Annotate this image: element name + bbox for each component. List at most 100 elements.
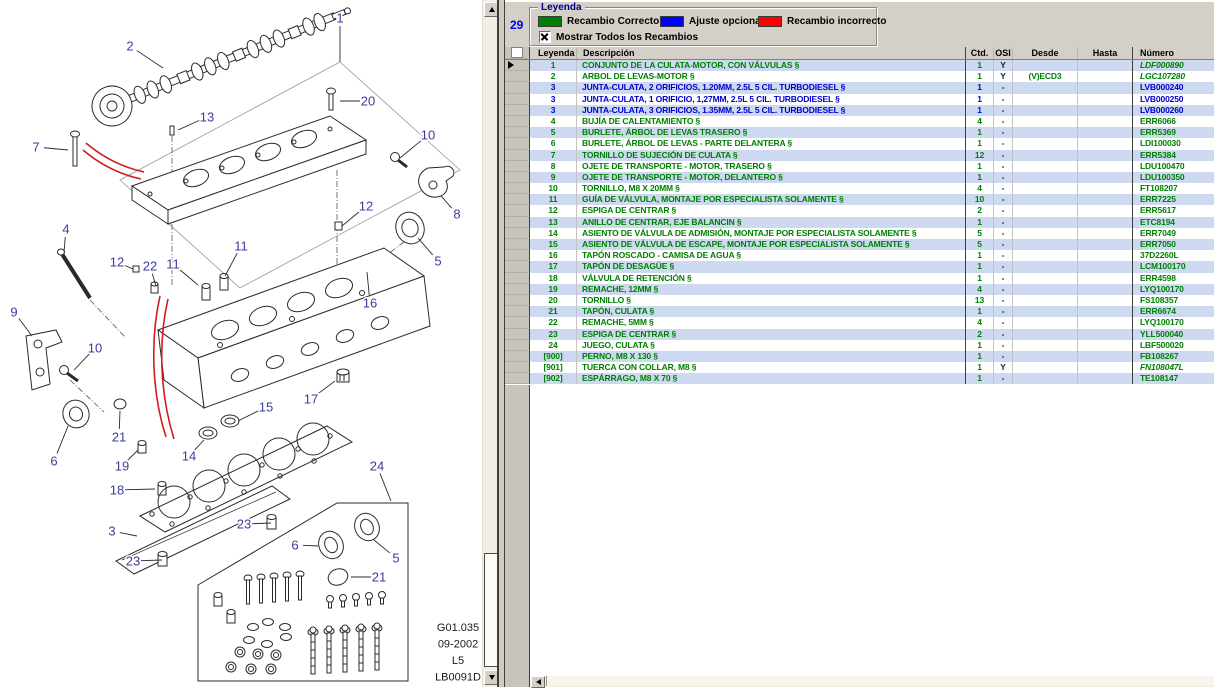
record-selector-cell[interactable] <box>505 228 530 239</box>
cell-ley: 14 <box>530 228 577 239</box>
table-row[interactable]: 3JUNTA-CULATA, 2 ORIFICIOS, 1.20MM, 2.5L… <box>505 82 1214 93</box>
record-selector-cell[interactable] <box>505 183 530 194</box>
diagram-scrollbar-thumb[interactable] <box>484 553 498 667</box>
callout-number[interactable]: 9 <box>10 305 17 320</box>
record-selector-cell[interactable] <box>505 150 530 161</box>
record-selector-cell[interactable] <box>505 71 530 82</box>
show-all-checkbox[interactable] <box>539 31 551 43</box>
record-selector-cell[interactable] <box>505 329 530 340</box>
callout-number[interactable]: 22 <box>143 259 157 274</box>
show-all-parts-checkbox-row[interactable]: Mostrar Todos los Recambios <box>539 31 698 43</box>
record-selector-cell[interactable] <box>505 105 530 116</box>
callout-number[interactable]: 6 <box>50 454 57 469</box>
callout-number[interactable]: 13 <box>200 110 214 125</box>
record-selector-cell[interactable] <box>505 116 530 127</box>
callout-number[interactable]: 23 <box>126 554 140 569</box>
callout-number[interactable]: 24 <box>370 459 384 474</box>
callout-number[interactable]: 1 <box>336 11 343 26</box>
callout-number[interactable]: 3 <box>108 524 115 539</box>
record-selector-cell[interactable] <box>505 351 530 362</box>
callout-number[interactable]: 20 <box>361 94 375 109</box>
record-selector-cell[interactable] <box>505 295 530 306</box>
record-selector-cell[interactable] <box>505 284 530 295</box>
table-row[interactable]: 17TAPÓN DE DESAGÜE §1-LCM100170 <box>505 261 1214 272</box>
table-row[interactable]: [900]PERNO, M8 X 130 §1-FB108267 <box>505 351 1214 362</box>
table-scrollbar-thumb[interactable] <box>546 676 1214 686</box>
callout-number[interactable]: 18 <box>110 483 124 498</box>
table-row[interactable]: 8OJETE DE TRANSPORTE - MOTOR, TRASERO §1… <box>505 161 1214 172</box>
record-selector-cell[interactable] <box>505 138 530 149</box>
scroll-left-button[interactable] <box>531 676 545 688</box>
table-row[interactable]: 3JUNTA-CULATA, 3 ORIFICIOS, 1.35MM, 2.5L… <box>505 105 1214 116</box>
select-all-cell[interactable] <box>505 47 530 59</box>
record-selector-cell[interactable] <box>505 161 530 172</box>
record-selector-cell[interactable] <box>505 317 530 328</box>
record-selector-cell[interactable] <box>505 261 530 272</box>
table-row[interactable]: 19REMACHE, 12MM §4-LYQ100170 <box>505 284 1214 295</box>
callout-number[interactable]: 2 <box>126 39 133 54</box>
record-selector-cell[interactable] <box>505 127 530 138</box>
table-row[interactable]: 16TAPÓN ROSCADO - CAMISA DE AGUA §1-37D2… <box>505 250 1214 261</box>
record-selector-cell[interactable] <box>505 82 530 93</box>
table-row[interactable]: 9OJETE DE TRANSPORTE - MOTOR, DELANTERO … <box>505 172 1214 183</box>
table-row[interactable]: 3JUNTA-CULATA, 1 ORIFICIO, 1,27MM, 2.5L … <box>505 94 1214 105</box>
table-row[interactable]: 14ASIENTO DE VÁLVULA DE ADMISIÓN, MONTAJ… <box>505 228 1214 239</box>
table-row[interactable]: 23ESPIGA DE CENTRAR §2-YLL500040 <box>505 329 1214 340</box>
table-row[interactable]: 22REMACHE, 5MM §4-LYQ100170 <box>505 317 1214 328</box>
record-selector-cell[interactable] <box>505 172 530 183</box>
callout-number[interactable]: 21 <box>372 570 386 585</box>
record-selector-cell[interactable] <box>505 362 530 373</box>
table-row[interactable]: 4BUJÍA DE CALENTAMIENTO §4-ERR6066 <box>505 116 1214 127</box>
record-selector-cell[interactable] <box>505 239 530 250</box>
table-row[interactable]: [902]ESPÁRRAGO, M8 X 70 §1-TE108147 <box>505 373 1214 384</box>
table-row[interactable]: 13ANILLO DE CENTRAR, EJE BALANCIN §1-ETC… <box>505 217 1214 228</box>
callout-number[interactable]: 19 <box>115 459 129 474</box>
table-row[interactable]: 11GUÍA DE VÁLVULA, MONTAJE POR ESPECIALI… <box>505 194 1214 205</box>
record-selector-cell[interactable] <box>505 194 530 205</box>
table-row[interactable]: 15ASIENTO DE VÁLVULA DE ESCAPE, MONTAJE … <box>505 239 1214 250</box>
callout-number[interactable]: 7 <box>32 140 39 155</box>
callout-number[interactable]: 11 <box>234 239 248 254</box>
callout-number[interactable]: 21 <box>112 430 126 445</box>
record-selector-cell[interactable] <box>505 217 530 228</box>
callout-number[interactable]: 10 <box>88 341 102 356</box>
panel-splitter[interactable] <box>497 0 505 687</box>
callout-number[interactable]: 12 <box>110 255 124 270</box>
table-row[interactable]: 18VÁLVULA DE RETENCIÓN §1-ERR4598 <box>505 273 1214 284</box>
record-selector-cell[interactable] <box>505 60 530 71</box>
table-row[interactable]: 20TORNILLO §13-FS108357 <box>505 295 1214 306</box>
callout-number[interactable]: 23 <box>237 517 251 532</box>
record-selector-cell[interactable] <box>505 94 530 105</box>
diagram-vertical-scrollbar[interactable] <box>482 0 498 687</box>
table-row[interactable]: 24JUEGO, CULATA §1-LBF500020 <box>505 340 1214 351</box>
table-horizontal-scrollbar[interactable] <box>530 676 1214 687</box>
table-row[interactable]: 10TORNILLO, M8 X 20MM §4-FT108207 <box>505 183 1214 194</box>
callout-number[interactable]: 12 <box>359 199 373 214</box>
record-selector-cell[interactable] <box>505 340 530 351</box>
callout-number[interactable]: 4 <box>62 222 69 237</box>
table-row[interactable]: 6BURLETE, ÁRBOL DE LEVAS - PARTE DELANTE… <box>505 138 1214 149</box>
record-selector-cell[interactable] <box>505 273 530 284</box>
callout-number[interactable]: 8 <box>453 207 460 222</box>
table-row[interactable]: 1CONJUNTO DE LA CULATA-MOTOR, CON VÁLVUL… <box>505 60 1214 71</box>
callout-number[interactable]: 16 <box>363 296 377 311</box>
callout-number[interactable]: 5 <box>434 254 441 269</box>
record-selector-cell[interactable] <box>505 373 530 384</box>
record-selector-cell[interactable] <box>505 250 530 261</box>
record-selector-cell[interactable] <box>505 306 530 317</box>
select-all-checkbox[interactable] <box>511 47 523 58</box>
callout-number[interactable]: 10 <box>421 128 435 143</box>
callout-number[interactable]: 11 <box>166 257 180 272</box>
table-row[interactable]: 7TORNILLO DE SUJECIÓN DE CULATA §12-ERR5… <box>505 150 1214 161</box>
callout-number[interactable]: 6 <box>291 538 298 553</box>
table-row[interactable]: 21TAPÓN, CULATA §1-ERR6674 <box>505 306 1214 317</box>
table-row[interactable]: 5BURLETE, ÁRBOL DE LEVAS TRASERO §1-ERR5… <box>505 127 1214 138</box>
callout-number[interactable]: 14 <box>182 449 196 464</box>
table-row[interactable]: 2ARBOL DE LEVAS-MOTOR §1Y(V)ECD3LGC10728… <box>505 71 1214 82</box>
table-row[interactable]: [901]TUERCA CON COLLAR, M8 §1YFN108047L <box>505 362 1214 373</box>
callout-number[interactable]: 17 <box>304 392 318 407</box>
table-row[interactable]: 12ESPIGA DE CENTRAR §2-ERR5617 <box>505 205 1214 216</box>
callout-number[interactable]: 5 <box>392 551 399 566</box>
callout-number[interactable]: 15 <box>259 400 273 415</box>
record-selector-cell[interactable] <box>505 205 530 216</box>
